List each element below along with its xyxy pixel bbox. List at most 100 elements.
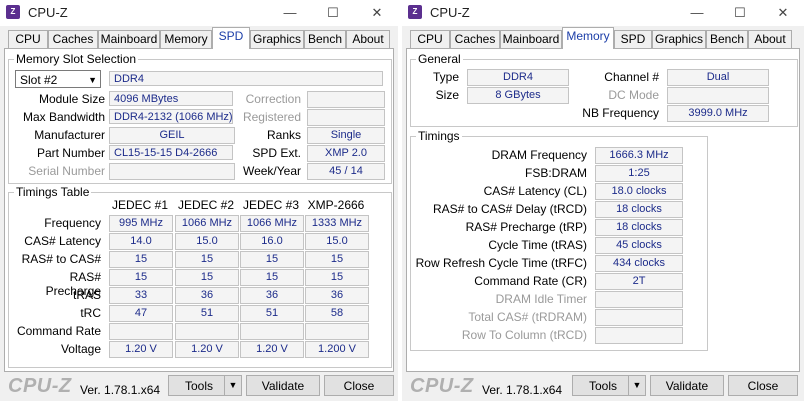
tab-cpu[interactable]: CPU	[8, 30, 48, 48]
version-text: Ver. 1.78.1.x64	[482, 383, 563, 397]
cell: 1333 MHz	[305, 215, 369, 232]
close-button[interactable]: Close	[324, 375, 394, 396]
maximize-icon[interactable]: ☐	[725, 2, 755, 24]
tab-cpu[interactable]: CPU	[410, 30, 450, 48]
cpuz-brand-logo: CPU-Z	[8, 375, 72, 397]
window-title: CPU-Z	[430, 5, 470, 20]
tab-bench[interactable]: Bench	[706, 30, 748, 48]
part-number-value: CL15-15-15 D4-2666	[109, 145, 233, 160]
cell: 15.0	[305, 233, 369, 250]
title-bar[interactable]: Z CPU-Z — ☐ ✕	[402, 0, 804, 26]
cell: 36	[175, 287, 239, 304]
cell: 15	[240, 251, 304, 268]
command-rate-value: 2T	[595, 273, 683, 290]
module-size-label: Module Size	[38, 92, 105, 106]
title-bar[interactable]: Z CPU-Z — ☐ ✕	[0, 0, 398, 26]
slot-select[interactable]: Slot #2 ▼	[15, 70, 101, 88]
column-xmp: XMP-2666	[307, 198, 365, 212]
type-value: DDR4	[467, 69, 569, 86]
channel-value: Dual	[667, 69, 769, 86]
tras-value: 45 clocks	[595, 237, 683, 254]
footer-bar: CPU-Z Ver. 1.78.1.x64 Tools ▼ Validate C…	[402, 372, 804, 401]
spd-ext-value: XMP 2.0	[307, 145, 385, 162]
tab-caches[interactable]: Caches	[450, 30, 500, 48]
cas-latency-label: CAS# Latency (CL)	[483, 184, 587, 198]
tras-label: Cycle Time (tRAS)	[488, 238, 587, 252]
validate-button[interactable]: Validate	[650, 375, 724, 396]
cell: 1.200 V	[305, 341, 369, 358]
channel-label: Channel #	[604, 70, 659, 84]
size-value: 8 GBytes	[467, 87, 569, 104]
cas-latency-value: 18.0 clocks	[595, 183, 683, 200]
cell	[175, 323, 239, 340]
registered-label: Registered	[242, 110, 301, 124]
close-button[interactable]: Close	[728, 375, 798, 396]
tab-spd[interactable]: SPD	[212, 27, 250, 49]
row-label-ras-to-cas: RAS# to CAS#	[21, 252, 101, 266]
cell: 14.0	[109, 233, 173, 250]
minimize-icon[interactable]: —	[682, 2, 712, 24]
ranks-label: Ranks	[266, 128, 301, 142]
dropdown-arrow-icon[interactable]: ▼	[224, 376, 241, 395]
version-text: Ver. 1.78.1.x64	[80, 383, 161, 397]
week-year-value: 45 / 14	[307, 163, 385, 180]
close-icon[interactable]: ✕	[362, 2, 392, 24]
group-title: Timings	[416, 129, 462, 143]
maximize-icon[interactable]: ☐	[318, 2, 348, 24]
row-label-tras: tRAS	[72, 288, 101, 302]
trp-value: 18 clocks	[595, 219, 683, 236]
group-title: Timings Table	[14, 185, 92, 199]
ranks-value: Single	[307, 127, 385, 144]
spd-panel: Memory Slot Selection Slot #2 ▼ DDR4 Mod…	[4, 48, 394, 372]
cell: 36	[305, 287, 369, 304]
cell: 15	[305, 269, 369, 286]
dram-frequency-label: DRAM Frequency	[491, 148, 587, 162]
slot-select-value: Slot #2	[20, 73, 58, 87]
cell: 15	[175, 269, 239, 286]
dram-idle-timer-value	[595, 291, 683, 308]
nb-frequency-value: 3999.0 MHz	[667, 105, 769, 122]
tab-bench[interactable]: Bench	[304, 30, 346, 48]
cell	[305, 323, 369, 340]
week-year-label: Week/Year	[242, 164, 301, 178]
serial-number-value	[109, 163, 235, 180]
tab-graphics[interactable]: Graphics	[250, 30, 304, 48]
cpuz-window-spd: Z CPU-Z — ☐ ✕ CPU Caches Mainboard Memor…	[0, 0, 398, 401]
validate-button[interactable]: Validate	[246, 375, 320, 396]
serial-number-label: Serial Number	[28, 164, 105, 178]
tab-mainboard[interactable]: Mainboard	[500, 30, 562, 48]
dropdown-arrow-icon[interactable]: ▼	[628, 376, 645, 395]
cell: 15	[240, 269, 304, 286]
registered-value	[307, 109, 385, 126]
tab-caches[interactable]: Caches	[48, 30, 98, 48]
close-icon[interactable]: ✕	[768, 2, 798, 24]
minimize-icon[interactable]: —	[275, 2, 305, 24]
trcd-value: 18 clocks	[595, 201, 683, 218]
trfc-value: 434 clocks	[595, 255, 683, 272]
fsb-dram-value: 1:25	[595, 165, 683, 182]
tab-memory[interactable]: Memory	[160, 30, 212, 48]
cell: 1.20 V	[109, 341, 173, 358]
chevron-down-icon: ▼	[88, 75, 97, 85]
tab-mainboard[interactable]: Mainboard	[98, 30, 160, 48]
row-label-command-rate: Command Rate	[16, 324, 101, 338]
tools-label: Tools	[185, 379, 214, 393]
cell: 58	[305, 305, 369, 322]
command-rate-label: Command Rate (CR)	[474, 274, 587, 288]
nb-frequency-label: NB Frequency	[582, 106, 659, 120]
general-group: General Type DDR4 Channel # Dual Size 8 …	[410, 52, 798, 127]
tools-button[interactable]: Tools ▼	[168, 375, 242, 396]
tab-spd[interactable]: SPD	[614, 30, 652, 48]
tab-about[interactable]: About	[748, 30, 792, 48]
group-title: General	[416, 52, 463, 66]
row-label-trc: tRC	[80, 306, 101, 320]
tab-graphics[interactable]: Graphics	[652, 30, 706, 48]
cell: 15	[175, 251, 239, 268]
tools-button[interactable]: Tools ▼	[572, 375, 646, 396]
cell: 15	[109, 251, 173, 268]
tab-memory[interactable]: Memory	[562, 27, 614, 49]
cpuz-window-memory: Z CPU-Z — ☐ ✕ CPU Caches Mainboard Memor…	[402, 0, 804, 401]
tab-about[interactable]: About	[346, 30, 390, 48]
max-bandwidth-value: DDR4-2132 (1066 MHz)	[109, 109, 233, 124]
footer-bar: CPU-Z Ver. 1.78.1.x64 Tools ▼ Validate C…	[0, 372, 398, 401]
